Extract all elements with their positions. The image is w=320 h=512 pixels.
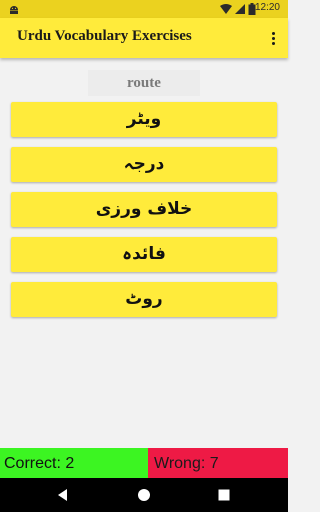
android-icon xyxy=(10,6,18,14)
home-icon[interactable] xyxy=(136,487,152,503)
navigation-bar xyxy=(0,478,288,512)
signal-icon xyxy=(235,4,245,14)
answer-option-5[interactable]: روٹ xyxy=(11,282,277,317)
wifi-icon xyxy=(220,4,232,14)
app-bar: Urdu Vocabulary Exercises xyxy=(0,18,288,58)
more-vertical-icon[interactable] xyxy=(266,27,280,49)
answer-option-2[interactable]: درجہ xyxy=(11,147,277,182)
wrong-count: Wrong: 7 xyxy=(148,448,288,478)
answer-option-3[interactable]: خلاف ورزی xyxy=(11,192,277,227)
correct-count: Correct: 2 xyxy=(0,448,148,478)
back-icon[interactable] xyxy=(55,487,71,503)
question-word: route xyxy=(88,70,200,96)
app-title: Urdu Vocabulary Exercises xyxy=(17,28,192,44)
recents-icon[interactable] xyxy=(216,487,232,503)
answer-option-4[interactable]: فائدہ xyxy=(11,237,277,272)
answer-option-1[interactable]: ویٹر xyxy=(11,102,277,137)
status-bar: 12:20 xyxy=(0,0,288,18)
status-time: 12:20 xyxy=(254,2,280,13)
